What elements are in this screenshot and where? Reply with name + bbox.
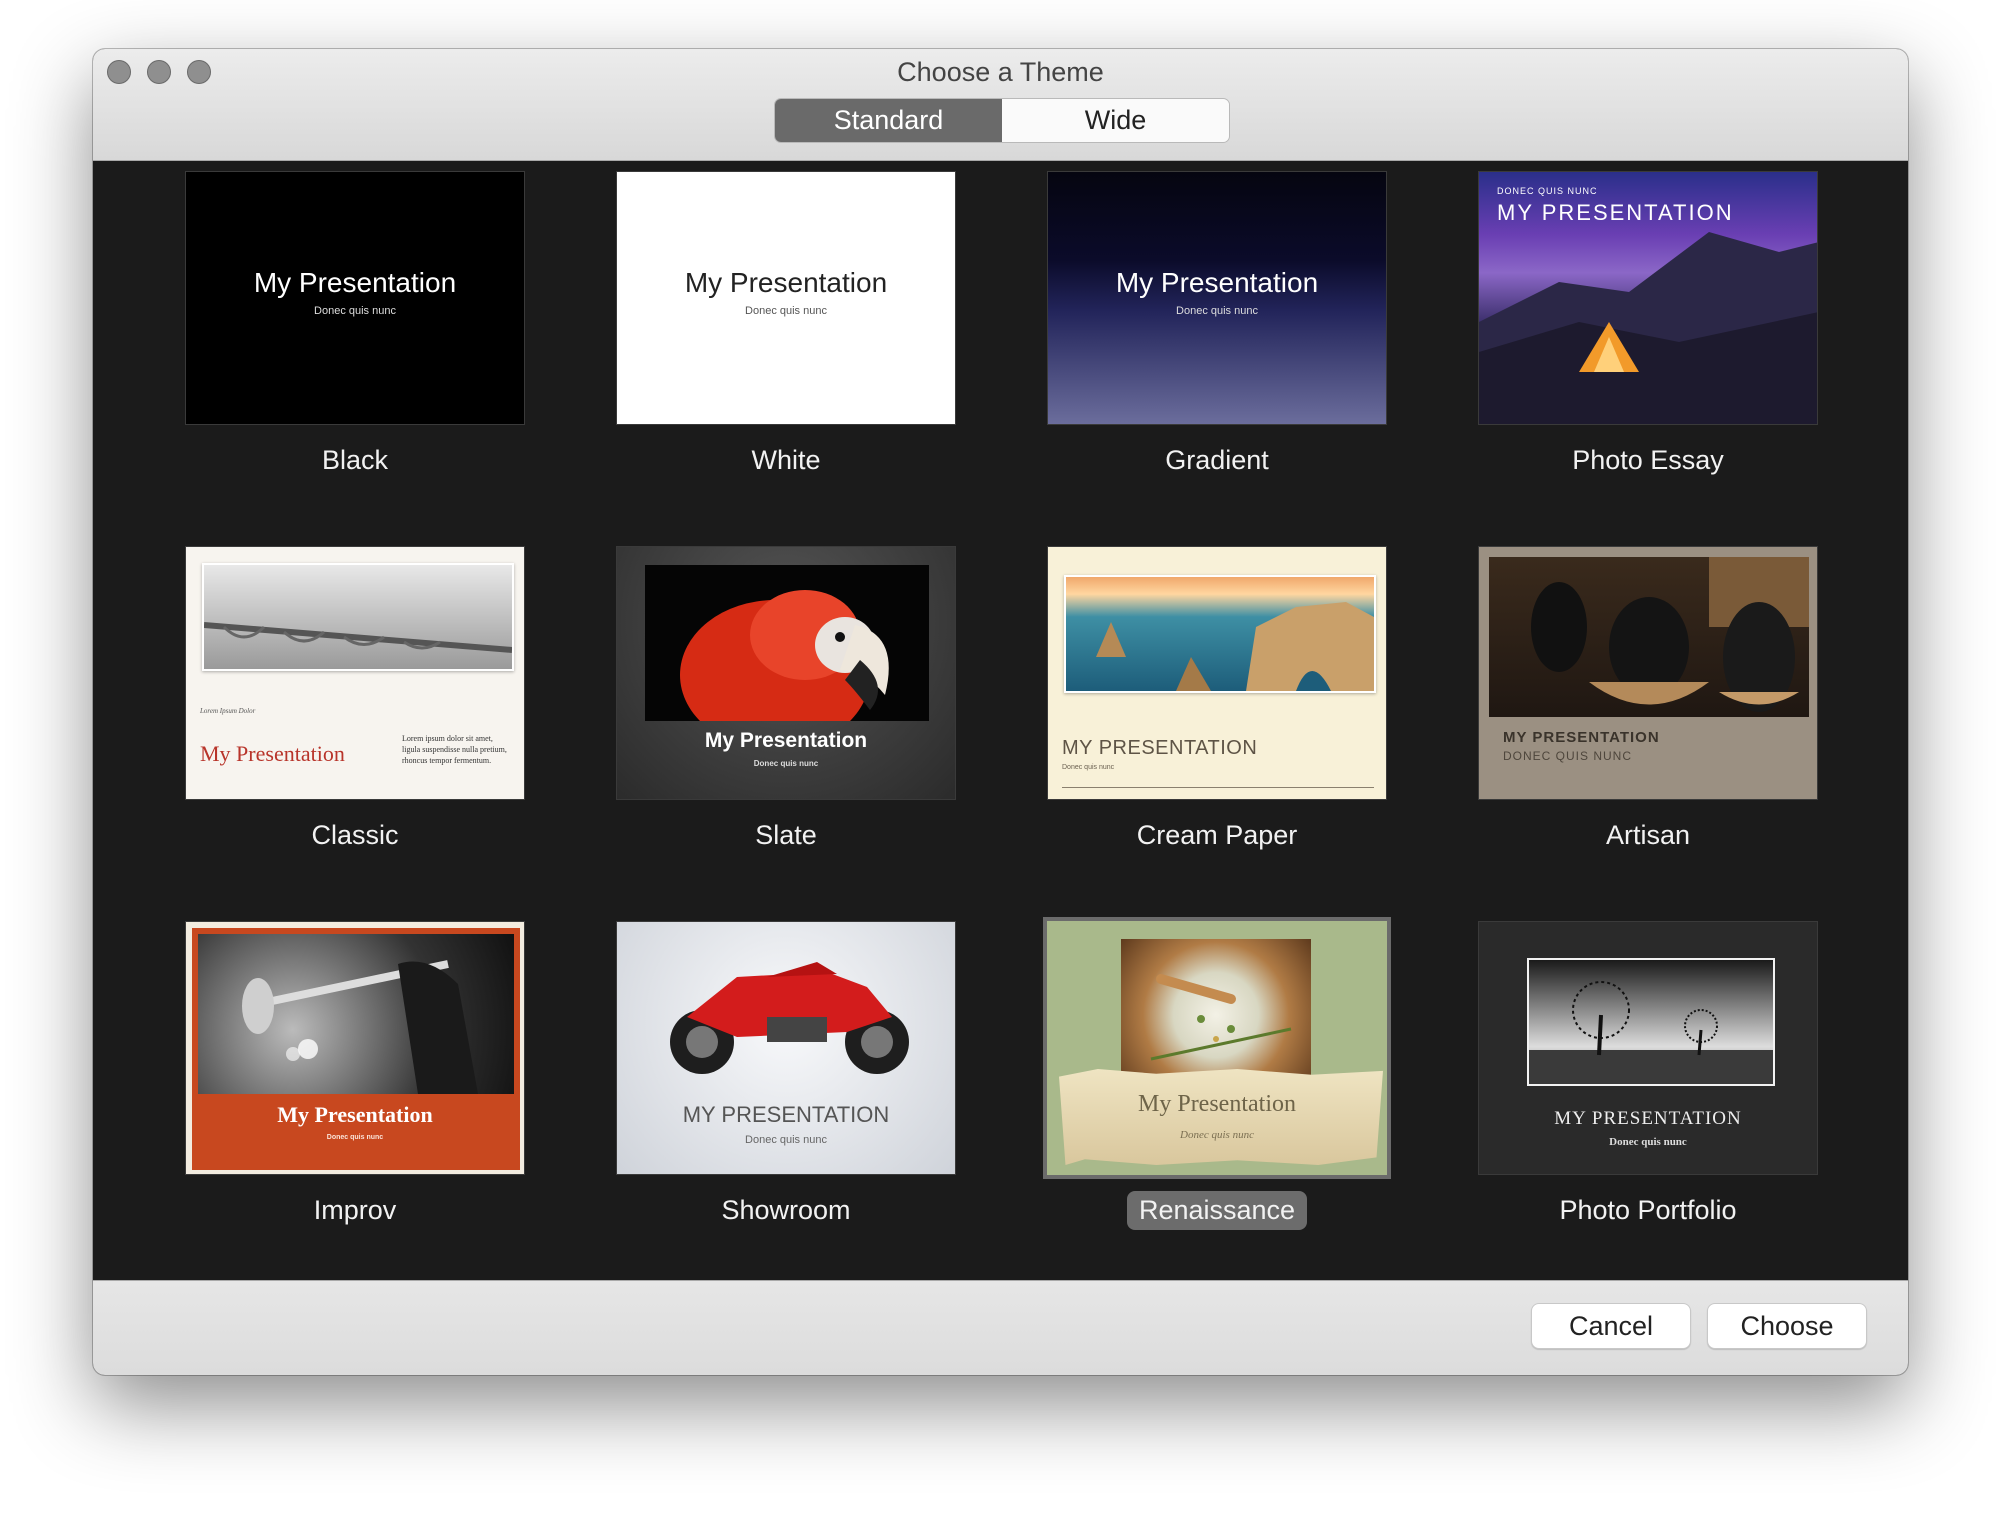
choose-theme-window: Choose a Theme Standard Wide My Presenta… <box>93 49 1908 1375</box>
tab-standard[interactable]: Standard <box>775 99 1002 142</box>
risotto-icon <box>1150 974 1292 1061</box>
bridge-image <box>202 563 514 671</box>
parrot-image <box>645 565 929 721</box>
thumbnail-title: My Presentation <box>277 1102 433 1127</box>
thumbnail-subtitle: Donec quis nunc <box>745 305 827 317</box>
tree-icon <box>1529 981 1773 1084</box>
thumbnail-title: My Presentation <box>704 729 868 752</box>
theme-thumbnail[interactable]: MY PRESENTATION Donec quis nunc <box>1478 921 1818 1175</box>
theme-thumbnail[interactable]: My Presentation Donec quis nunc <box>616 546 956 800</box>
thumbnail-subtitle: DONEC QUIS NUNC <box>1503 749 1633 763</box>
theme-name: Cream Paper <box>1136 820 1298 850</box>
parrot-icon <box>680 590 889 721</box>
theme-name: White <box>751 445 821 475</box>
cancel-button[interactable]: Cancel <box>1531 1303 1691 1349</box>
theme-name: Black <box>321 445 389 475</box>
choose-button[interactable]: Choose <box>1707 1303 1867 1349</box>
thumbnail-title: MY PRESENTATION <box>1497 200 1734 225</box>
thumbnail-body: Lorem ipsum dolor sit amet, ligula suspe… <box>402 734 507 765</box>
theme-thumbnail[interactable]: My Presentation Donec quis nunc <box>1047 171 1387 425</box>
theme-name: Artisan <box>1605 820 1691 850</box>
risotto-image <box>1121 939 1311 1077</box>
theme-thumbnail[interactable]: MY PRESENTATION Donec quis nunc <box>1047 546 1387 800</box>
rocks-icon <box>1096 602 1374 691</box>
window-title: Choose a Theme <box>897 57 1104 87</box>
theme-name: Photo Portfolio <box>1559 1195 1737 1225</box>
theme-name: Photo Essay <box>1572 445 1724 475</box>
thumbnail-subtitle: Donec quis nunc <box>326 1134 384 1141</box>
thumbnail-title: MY PRESENTATION <box>1062 737 1258 759</box>
thumbnail-title: My Presentation <box>200 741 345 766</box>
theme-thumbnail[interactable]: Lorem Ipsum Dolor My Presentation Lorem … <box>185 546 525 800</box>
thumbnail-title: My Presentation <box>1138 1091 1296 1117</box>
theme-thumbnail[interactable]: My Presentation Donec quis nunc <box>1043 917 1391 1179</box>
motorcycle-image <box>670 962 909 1074</box>
theme-name: Gradient <box>1165 445 1269 475</box>
divider <box>1062 787 1374 788</box>
bridge-icon <box>203 622 513 653</box>
theme-name: Showroom <box>721 1195 851 1225</box>
thumbnail-subtitle: Donec quis nunc <box>1062 764 1115 771</box>
thumbnail-subtitle: Donec quis nunc <box>314 305 396 317</box>
tab-wide[interactable]: Wide <box>1002 99 1229 142</box>
theme-thumbnail[interactable]: MY PRESENTATION DONEC QUIS NUNC <box>1478 546 1818 800</box>
pottery-image <box>1489 557 1809 717</box>
thumbnail-title: My Presentation <box>684 267 888 298</box>
pottery-icon <box>1531 557 1809 712</box>
thumbnail-title: MY PRESENTATION <box>1503 729 1660 746</box>
thumbnail-subtitle: Lorem Ipsum Dolor <box>200 707 256 715</box>
dialog-footer: Cancel Choose <box>93 1280 1908 1375</box>
thumbnail-title: MY PRESENTATION <box>1554 1108 1742 1129</box>
tree-image <box>1527 958 1775 1086</box>
trumpet-image <box>198 934 514 1094</box>
thumbnail-title: MY PRESENTATION <box>682 1102 890 1127</box>
coast-image <box>1064 575 1376 693</box>
theme-name: Slate <box>755 820 817 850</box>
theme-name: Classic <box>311 820 399 850</box>
thumbnail-subtitle: Donec quis nunc <box>745 1134 827 1146</box>
thumbnail-subtitle: Donec quis nunc <box>753 759 819 768</box>
aspect-segmented-control: Standard Wide <box>774 98 1230 143</box>
theme-thumbnail[interactable]: MY PRESENTATION Donec quis nunc <box>616 921 956 1175</box>
thumbnail-title: My Presentation <box>253 267 457 298</box>
thumbnail-title: My Presentation <box>1115 267 1319 298</box>
theme-thumbnail[interactable]: DONEC QUIS NUNC MY PRESENTATION <box>1478 171 1818 425</box>
thumbnail-subtitle: Donec quis nunc <box>1180 1129 1254 1141</box>
title-bar: Choose a Theme Standard Wide <box>93 49 1908 161</box>
theme-name: Improv <box>313 1195 397 1225</box>
thumbnail-subtitle: Donec quis nunc <box>1609 1136 1687 1148</box>
thumbnail-subtitle: Donec quis nunc <box>1176 305 1258 317</box>
theme-thumbnail[interactable]: My Presentation Donec quis nunc <box>616 171 956 425</box>
theme-grid: My Presentation Donec quis nunc Black My… <box>93 161 1908 1281</box>
trumpet-icon <box>242 960 478 1094</box>
theme-thumbnail[interactable]: My Presentation Donec quis nunc <box>185 921 525 1175</box>
theme-name: Renaissance <box>1126 1191 1308 1230</box>
theme-thumbnail[interactable]: My Presentation Donec quis nunc <box>185 171 525 425</box>
thumbnail-subtitle: DONEC QUIS NUNC <box>1497 186 1598 196</box>
